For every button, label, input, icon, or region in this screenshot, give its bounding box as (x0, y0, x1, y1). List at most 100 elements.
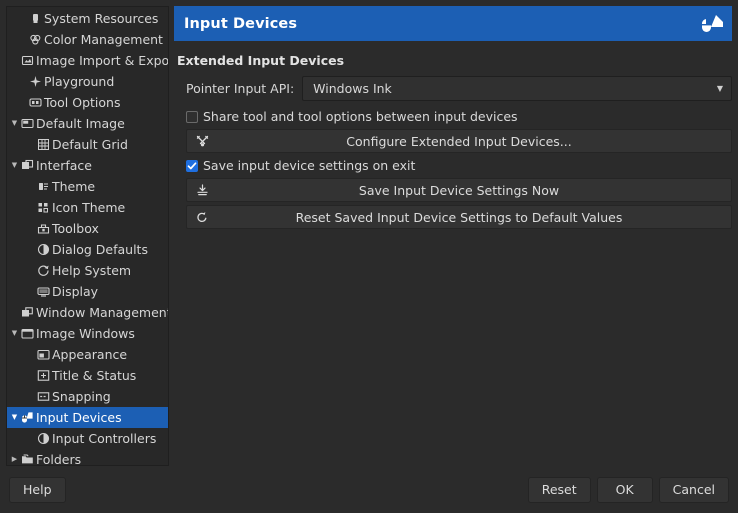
page-title: Input Devices (184, 16, 297, 32)
pointer-input-api-select[interactable]: Windows Ink ▼ (302, 76, 732, 101)
footer-action-buttons: Reset OK Cancel (528, 477, 729, 503)
chevron-down-icon[interactable]: ▼ (9, 330, 20, 337)
sidebar-item-label: Theme (52, 180, 95, 194)
section-heading: Extended Input Devices (174, 41, 732, 76)
dialog-footer: Help Reset OK Cancel (0, 466, 738, 513)
sidebar-item-appearance[interactable]: ▶Appearance (7, 344, 168, 365)
toolbox-icon (36, 222, 51, 236)
sidebar-item-label: Input Controllers (52, 432, 156, 446)
pointer-input-api-label: Pointer Input API: (186, 81, 294, 96)
configure-extended-input-devices-button[interactable]: Configure Extended Input Devices... (186, 129, 732, 153)
image-windows-icon (20, 327, 35, 341)
sidebar-item-image-import-export[interactable]: ▶Image Import & Export (7, 50, 168, 71)
sidebar-item-input-devices[interactable]: ▼ Input Devices (7, 407, 168, 428)
sidebar-item-label: Icon Theme (52, 201, 125, 215)
sidebar-item-system-resources[interactable]: ▶System Resources (7, 8, 168, 29)
snapping-icon (36, 390, 51, 404)
save-input-device-settings-now-button[interactable]: Save Input Device Settings Now (186, 178, 732, 202)
sidebar-item-label: Interface (36, 159, 92, 173)
save-on-exit-checkbox[interactable] (186, 160, 198, 172)
theme-icon (36, 180, 51, 194)
color-management-icon (28, 33, 43, 47)
ok-button[interactable]: OK (597, 477, 653, 503)
chevron-right-icon[interactable]: ▶ (9, 456, 20, 463)
display-icon (36, 285, 51, 299)
reset-saved-input-device-settings-button[interactable]: Reset Saved Input Device Settings to Def… (186, 205, 732, 229)
sidebar-item-dialog-defaults[interactable]: ▶Dialog Defaults (7, 239, 168, 260)
dialog-defaults-icon (36, 243, 51, 257)
sidebar-item-icon-theme[interactable]: ▶Icon Theme (7, 197, 168, 218)
appearance-icon (36, 348, 51, 362)
sidebar-item-window-management[interactable]: ▶Window Management (7, 302, 168, 323)
sidebar-item-label: Default Grid (52, 138, 128, 152)
chevron-down-icon[interactable]: ▼ (9, 120, 20, 127)
share-tool-checkbox[interactable] (186, 111, 198, 123)
image-import-export-icon (20, 54, 35, 68)
interface-icon (20, 159, 35, 173)
help-button[interactable]: Help (9, 477, 66, 503)
sidebar-item-label: Default Image (36, 117, 125, 131)
tools-icon (195, 134, 209, 148)
sidebar-item-help-system[interactable]: ▶Help System (7, 260, 168, 281)
save-input-device-settings-now-label: Save Input Device Settings Now (187, 183, 731, 198)
sidebar-item-label: System Resources (44, 12, 158, 26)
sidebar-item-default-grid[interactable]: ▶Default Grid (7, 134, 168, 155)
sidebar-item-label: Title & Status (52, 369, 136, 383)
pointer-input-api-row: Pointer Input API: Windows Ink ▼ (186, 76, 732, 101)
playground-icon (28, 75, 43, 89)
save-on-exit-checkbox-row[interactable]: Save input device settings on exit (186, 156, 732, 175)
sidebar-item-label: Dialog Defaults (52, 243, 148, 257)
sidebar-item-folders[interactable]: ▶ Folders (7, 449, 168, 466)
default-grid-icon (36, 138, 51, 152)
extended-input-devices-form: Pointer Input API: Windows Ink ▼ Share t… (174, 76, 732, 232)
sidebar-item-label: Folders (36, 453, 81, 467)
window-management-icon (20, 306, 35, 320)
sidebar-item-theme[interactable]: ▶Theme (7, 176, 168, 197)
sidebar-item-label: Playground (44, 75, 114, 89)
sidebar-item-color-management[interactable]: ▶Color Management (7, 29, 168, 50)
sidebar-item-playground[interactable]: ▶Playground (7, 71, 168, 92)
sidebar-item-interface[interactable]: ▼ Interface (7, 155, 168, 176)
sidebar-item-snapping[interactable]: ▶Snapping (7, 386, 168, 407)
default-image-icon (20, 117, 35, 131)
sidebar-item-label: Image Windows (36, 327, 135, 341)
preferences-dialog: ▶System Resources▶Color Management▶Image… (0, 0, 738, 513)
input-devices-icon (697, 9, 729, 39)
pointer-input-api-value: Windows Ink (313, 81, 392, 96)
sidebar-item-label: Tool Options (44, 96, 120, 110)
input-controllers-icon (36, 432, 51, 446)
title-status-icon (36, 369, 51, 383)
reset-icon (195, 210, 209, 224)
reset-button[interactable]: Reset (528, 477, 591, 503)
sidebar-item-title-status[interactable]: ▶Title & Status (7, 365, 168, 386)
page-header: Input Devices (174, 6, 732, 41)
preferences-content-pane: Input Devices Extended Input Devices Poi… (174, 6, 732, 466)
input-devices-icon (20, 411, 35, 425)
icon-theme-icon (36, 201, 51, 215)
sidebar-item-tool-options[interactable]: ▶Tool Options (7, 92, 168, 113)
sidebar-item-image-windows[interactable]: ▼ Image Windows (7, 323, 168, 344)
sidebar-item-label: Snapping (52, 390, 111, 404)
sidebar-item-input-controllers[interactable]: ▶Input Controllers (7, 428, 168, 449)
chevron-down-icon[interactable]: ▼ (9, 162, 20, 169)
save-icon (195, 183, 209, 197)
system-resources-icon (28, 12, 43, 26)
sidebar-item-label: Toolbox (52, 222, 99, 236)
sidebar-item-display[interactable]: ▶Display (7, 281, 168, 302)
sidebar-item-label: Display (52, 285, 98, 299)
tool-options-icon (28, 96, 43, 110)
save-on-exit-checkbox-label: Save input device settings on exit (203, 158, 415, 173)
chevron-down-icon: ▼ (717, 85, 723, 93)
preferences-category-tree[interactable]: ▶System Resources▶Color Management▶Image… (6, 6, 169, 466)
help-system-icon (36, 264, 51, 278)
sidebar-item-label: Input Devices (36, 411, 122, 425)
sidebar-item-label: Color Management (44, 33, 163, 47)
share-tool-checkbox-label: Share tool and tool options between inpu… (203, 109, 518, 124)
chevron-down-icon[interactable]: ▼ (9, 414, 20, 421)
sidebar-item-toolbox[interactable]: ▶Toolbox (7, 218, 168, 239)
sidebar-item-label: Window Management (36, 306, 169, 320)
share-tool-checkbox-row[interactable]: Share tool and tool options between inpu… (186, 107, 732, 126)
configure-extended-input-devices-label: Configure Extended Input Devices... (187, 134, 731, 149)
sidebar-item-default-image[interactable]: ▼ Default Image (7, 113, 168, 134)
cancel-button[interactable]: Cancel (659, 477, 729, 503)
